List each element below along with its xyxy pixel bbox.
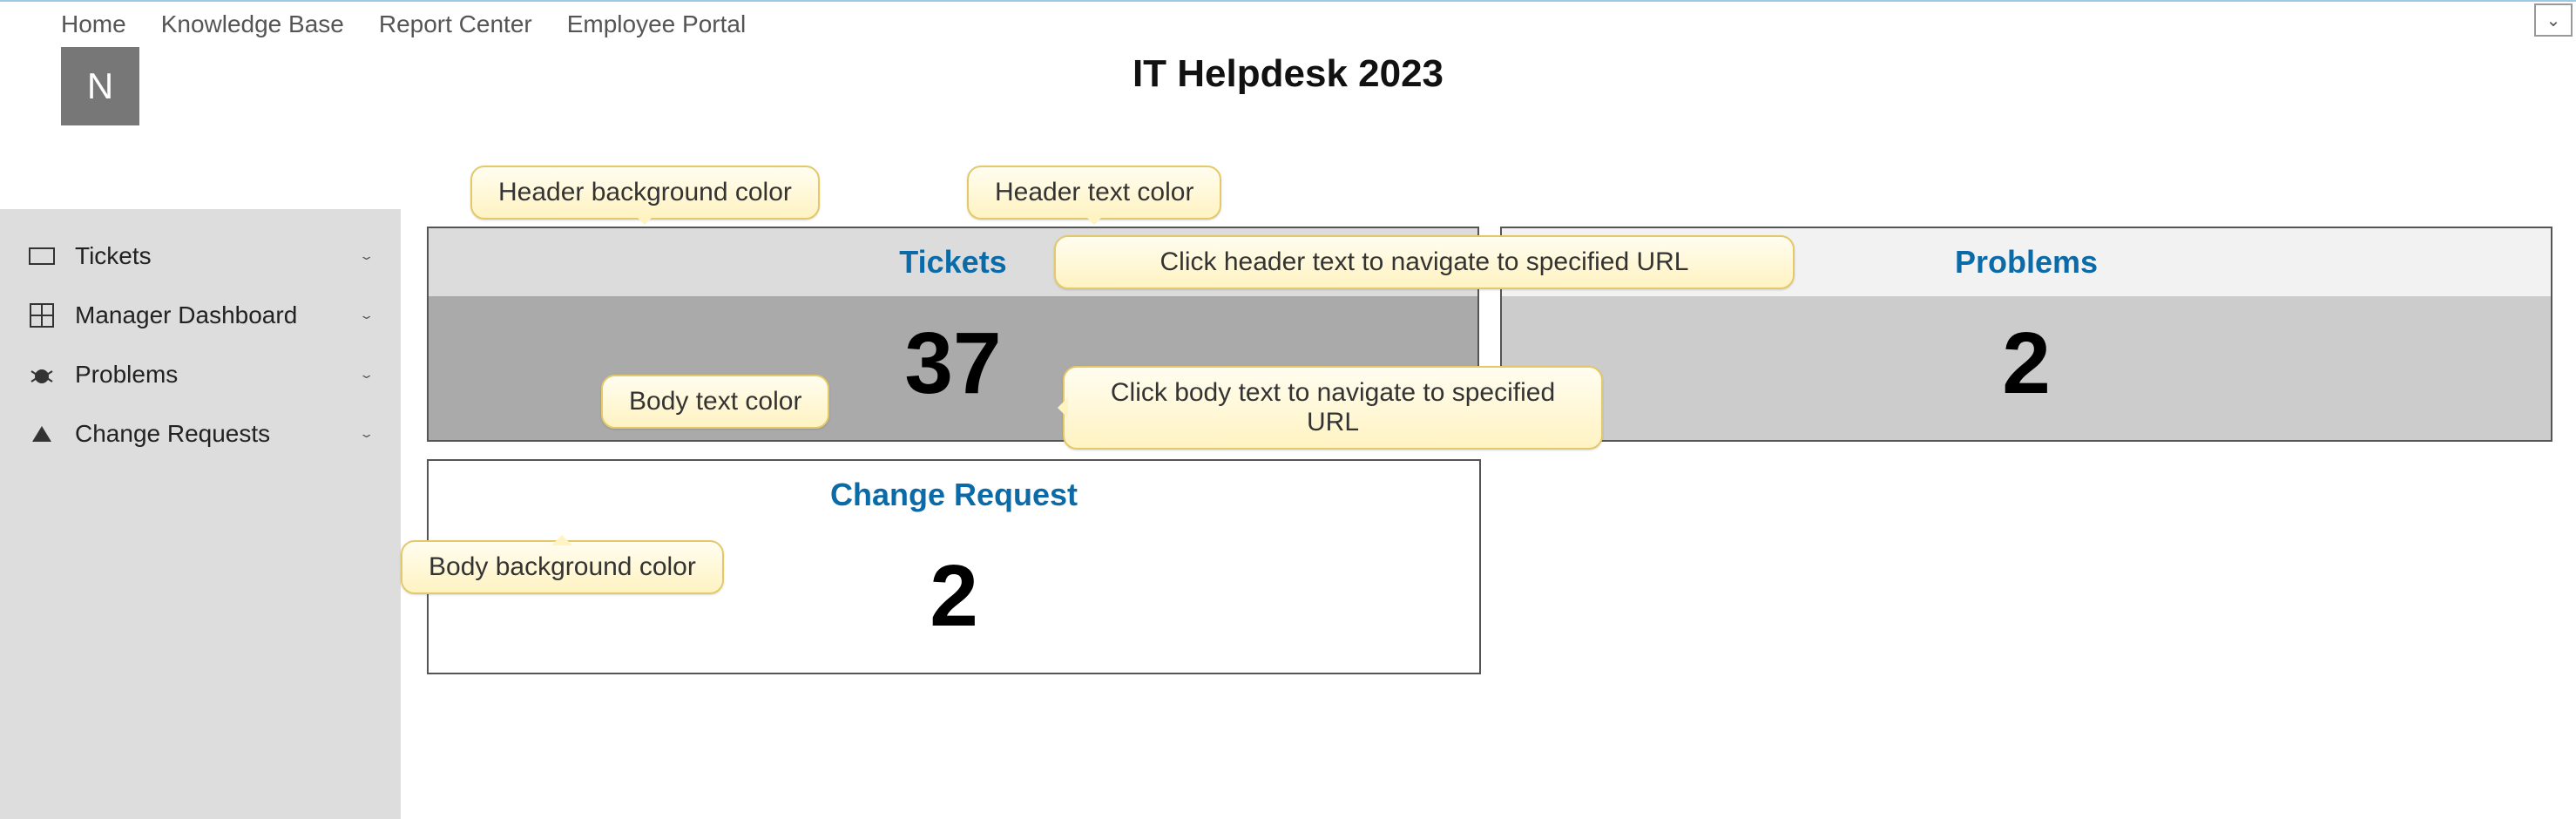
sidebar-item-label: Change Requests	[75, 420, 359, 448]
chevron-down-icon: ⌄	[359, 427, 375, 441]
nav-home[interactable]: Home	[61, 10, 126, 38]
top-nav: Home Knowledge Base Report Center Employ…	[0, 0, 2576, 47]
nav-report-center[interactable]: Report Center	[379, 10, 532, 38]
ticket-icon	[26, 243, 57, 269]
sidebar-item-label: Tickets	[75, 242, 359, 270]
callout-header-text: Header text color	[967, 166, 1221, 220]
sidebar-item-label: Problems	[75, 361, 359, 389]
chevron-down-icon: ⌄	[359, 308, 375, 322]
triangle-icon	[26, 421, 57, 447]
sidebar-item-problems[interactable]: Problems ⌄	[0, 345, 401, 404]
nav-employee-portal[interactable]: Employee Portal	[567, 10, 746, 38]
sidebar: Tickets ⌄ Manager Dashboard ⌄ Problems ⌄…	[0, 209, 401, 819]
sidebar-item-change-requests[interactable]: Change Requests ⌄	[0, 404, 401, 464]
page-title: IT Helpdesk 2023	[0, 52, 2576, 96]
nav-knowledge-base[interactable]: Knowledge Base	[161, 10, 344, 38]
chevron-down-icon: ⌄	[359, 368, 375, 382]
callout-header-bg: Header background color	[470, 166, 820, 220]
page-options-dropdown[interactable]: ⌄	[2534, 3, 2573, 37]
grid-icon	[26, 302, 57, 328]
sidebar-item-tickets[interactable]: Tickets ⌄	[0, 227, 401, 286]
callout-body-nav: Click body text to navigate to specified…	[1063, 366, 1603, 450]
callout-header-nav: Click header text to navigate to specifi…	[1054, 235, 1795, 289]
callout-body-text: Body text color	[601, 375, 829, 429]
card-value[interactable]: 2	[1502, 296, 2551, 440]
sidebar-item-manager-dashboard[interactable]: Manager Dashboard ⌄	[0, 286, 401, 345]
card-header[interactable]: Change Request	[429, 461, 1479, 529]
sidebar-item-label: Manager Dashboard	[75, 301, 359, 329]
chevron-down-icon: ⌄	[359, 249, 375, 263]
main-content: Tickets 37 Problems 2 Change Request 2	[427, 227, 2552, 692]
chevron-down-icon: ⌄	[2546, 10, 2561, 31]
bug-icon	[26, 362, 57, 388]
callout-body-bg: Body background color	[401, 540, 724, 594]
